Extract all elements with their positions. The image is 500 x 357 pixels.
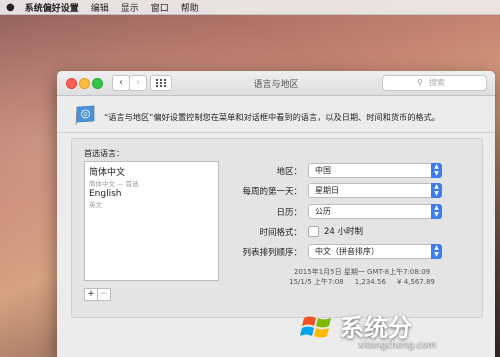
updown-arrow-icon: ▲ ▼: [431, 204, 442, 219]
24-hour-checkbox[interactable]: [308, 225, 319, 237]
preferred-languages-label: 首选语言：: [84, 149, 124, 158]
menu-help[interactable]: 帮助: [181, 1, 199, 14]
add-remove-controls: + −: [84, 288, 111, 301]
windows-logo-icon: [300, 316, 331, 338]
first-day-select[interactable]: 星期日 ▲ ▼: [308, 183, 442, 198]
menu-window[interactable]: 窗口: [151, 1, 169, 14]
first-day-value: 星期日: [315, 186, 339, 195]
language-name: English: [89, 189, 122, 199]
sort-order-value: 中文（拼音排序）: [315, 247, 379, 256]
calendar-select[interactable]: 公历 ▲ ▼: [308, 204, 442, 219]
time-format-label: 时间格式：: [259, 228, 302, 238]
sort-order-label: 列表排列顺序：: [242, 248, 302, 258]
header-divider: [57, 132, 495, 133]
region-label: 地区：: [276, 167, 302, 177]
24-hour-label[interactable]: 24 小时制: [324, 225, 363, 237]
menu-edit[interactable]: 编辑: [91, 1, 109, 14]
updown-arrow-icon: ▲ ▼: [431, 183, 442, 198]
menu-view[interactable]: 显示: [121, 1, 139, 14]
search-placeholder: 搜索: [429, 78, 445, 87]
time-format-row: 24 小时制: [308, 225, 363, 237]
menu-app-name[interactable]: 系统偏好设置: [25, 1, 79, 14]
updown-arrow-icon: ▲ ▼: [431, 163, 442, 178]
remove-language-button[interactable]: −: [98, 288, 111, 301]
apple-menu-icon[interactable]: ●: [6, 2, 15, 13]
updown-arrow-icon: ▲ ▼: [431, 244, 442, 259]
title-bar[interactable]: ‹ › 语言与地区 ⚲ 搜索: [57, 71, 495, 96]
first-day-label: 每周的第一天：: [242, 187, 302, 197]
watermark-text: 系统分: [340, 313, 412, 342]
language-list[interactable]: 简体中文 简体中文 — 首选 English 英文: [84, 161, 219, 281]
format-sample-line-1: 2015年1月5日 星期一 GMT-8上午7:08:09: [293, 268, 431, 276]
sort-order-select[interactable]: 中文（拼音排序） ▲ ▼: [308, 244, 442, 259]
language-subtitle: 英文: [89, 201, 102, 209]
list-item-chinese[interactable]: 简体中文 简体中文 — 首选: [89, 165, 139, 188]
watermark-url: xitongcheng.com: [358, 340, 436, 350]
search-input[interactable]: ⚲ 搜索: [382, 75, 487, 91]
menu-bar: ● 系统偏好设置 编辑 显示 窗口 帮助: [0, 0, 500, 15]
region-select[interactable]: 中国 ▲ ▼: [308, 163, 442, 178]
calendar-label: 日历：: [276, 208, 302, 218]
header-description: “语言与地区”偏好设置控制您在菜单和对话框中看到的语言，以及日期、时间和货币的格…: [104, 112, 440, 122]
language-subtitle: 简体中文 — 首选: [89, 180, 139, 188]
add-language-button[interactable]: +: [84, 288, 98, 301]
language-name: 简体中文: [89, 168, 126, 178]
calendar-value: 公历: [315, 207, 331, 216]
un-flag-icon: [75, 105, 95, 126]
region-value: 中国: [315, 166, 331, 175]
list-item-english[interactable]: English 英文: [89, 189, 122, 209]
format-sample-line-2: 15/1/5 上午7:08 1,234.56 ¥ 4,567.89: [289, 278, 435, 286]
watermark: 系统分 xitongcheng.com: [300, 300, 500, 357]
search-icon: ⚲: [417, 78, 423, 87]
